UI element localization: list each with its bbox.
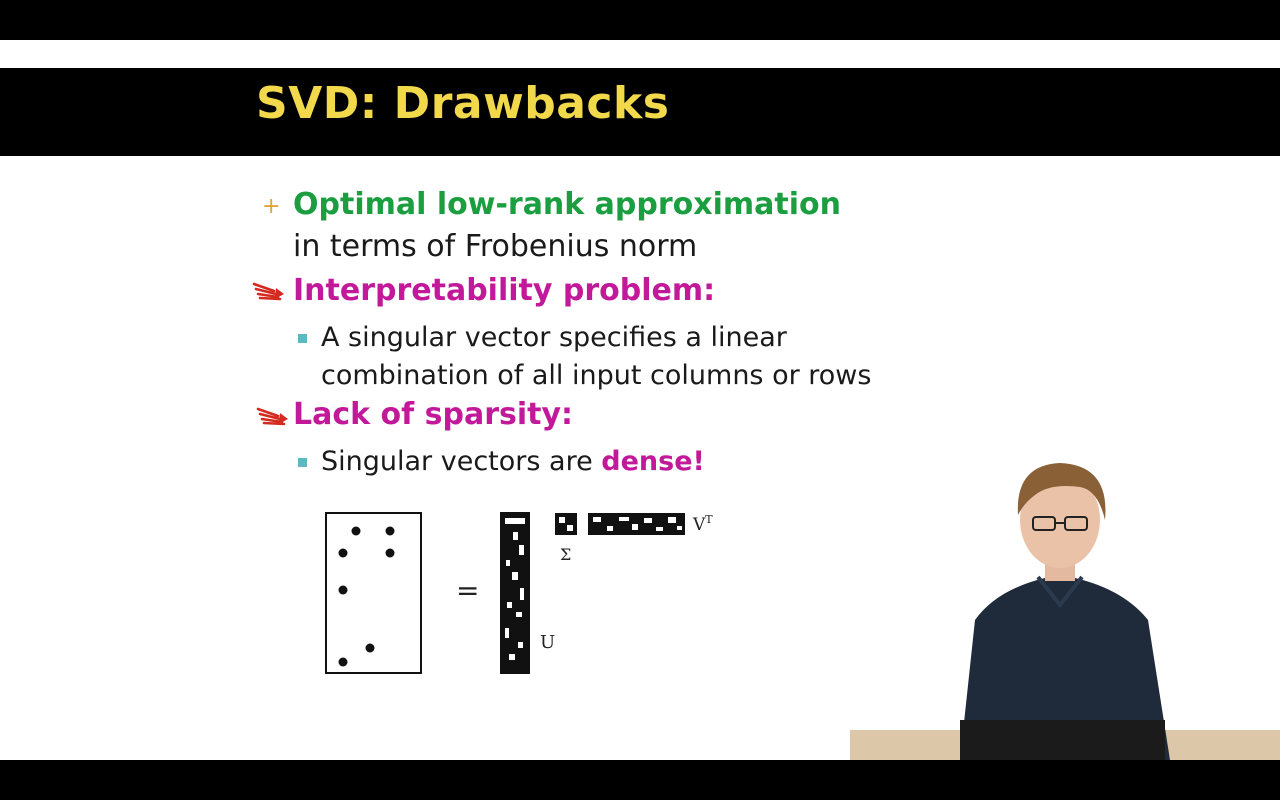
sigma-matrix xyxy=(555,513,577,535)
video-frame: SVD: Drawbacks + Optimal low-rank approx… xyxy=(0,0,1280,800)
equals-sign: = xyxy=(456,574,479,607)
vt-label-base: V xyxy=(692,515,706,535)
vt-matrix xyxy=(588,513,685,535)
u-matrix xyxy=(500,512,530,674)
u-label: U xyxy=(540,632,555,653)
vt-label: VT xyxy=(692,513,713,535)
vt-label-superscript: T xyxy=(705,513,713,526)
sigma-label: Σ xyxy=(560,545,571,564)
presenter-image xyxy=(960,463,1170,760)
slide: SVD: Drawbacks + Optimal low-rank approx… xyxy=(0,40,1280,760)
sparse-matrix xyxy=(325,512,422,674)
